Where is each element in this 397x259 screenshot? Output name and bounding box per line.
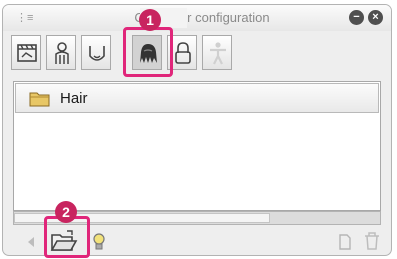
body-icon	[55, 42, 69, 64]
tab-figure[interactable]	[202, 35, 232, 70]
title-bar[interactable]: ⋮≡ Character configuration − ×	[3, 5, 391, 31]
callout-marker-2: 2	[55, 201, 77, 223]
accessory-icon	[175, 42, 191, 64]
figure-icon	[210, 42, 226, 65]
new-page-icon[interactable]	[338, 233, 352, 251]
configuration-list: Hair	[13, 81, 381, 211]
trash-icon[interactable]	[363, 231, 381, 251]
list-item-label: Hair	[60, 90, 88, 107]
collapse-icon[interactable]: −	[349, 10, 364, 25]
tab-face[interactable]	[81, 35, 111, 70]
list-item[interactable]: Hair	[15, 83, 379, 113]
callout-highlight-1	[123, 27, 173, 77]
window-title: Character configuration	[134, 10, 270, 25]
callout-marker-1: 1	[139, 9, 161, 31]
arrow-left-icon[interactable]	[25, 235, 37, 249]
close-icon[interactable]: ×	[368, 10, 383, 25]
folder-icon	[29, 92, 50, 107]
tab-body[interactable]	[46, 35, 76, 70]
tab-scene[interactable]	[11, 35, 41, 70]
face-icon	[89, 46, 105, 61]
film-clapper-icon	[17, 44, 37, 62]
lightbulb-icon[interactable]	[92, 233, 106, 251]
